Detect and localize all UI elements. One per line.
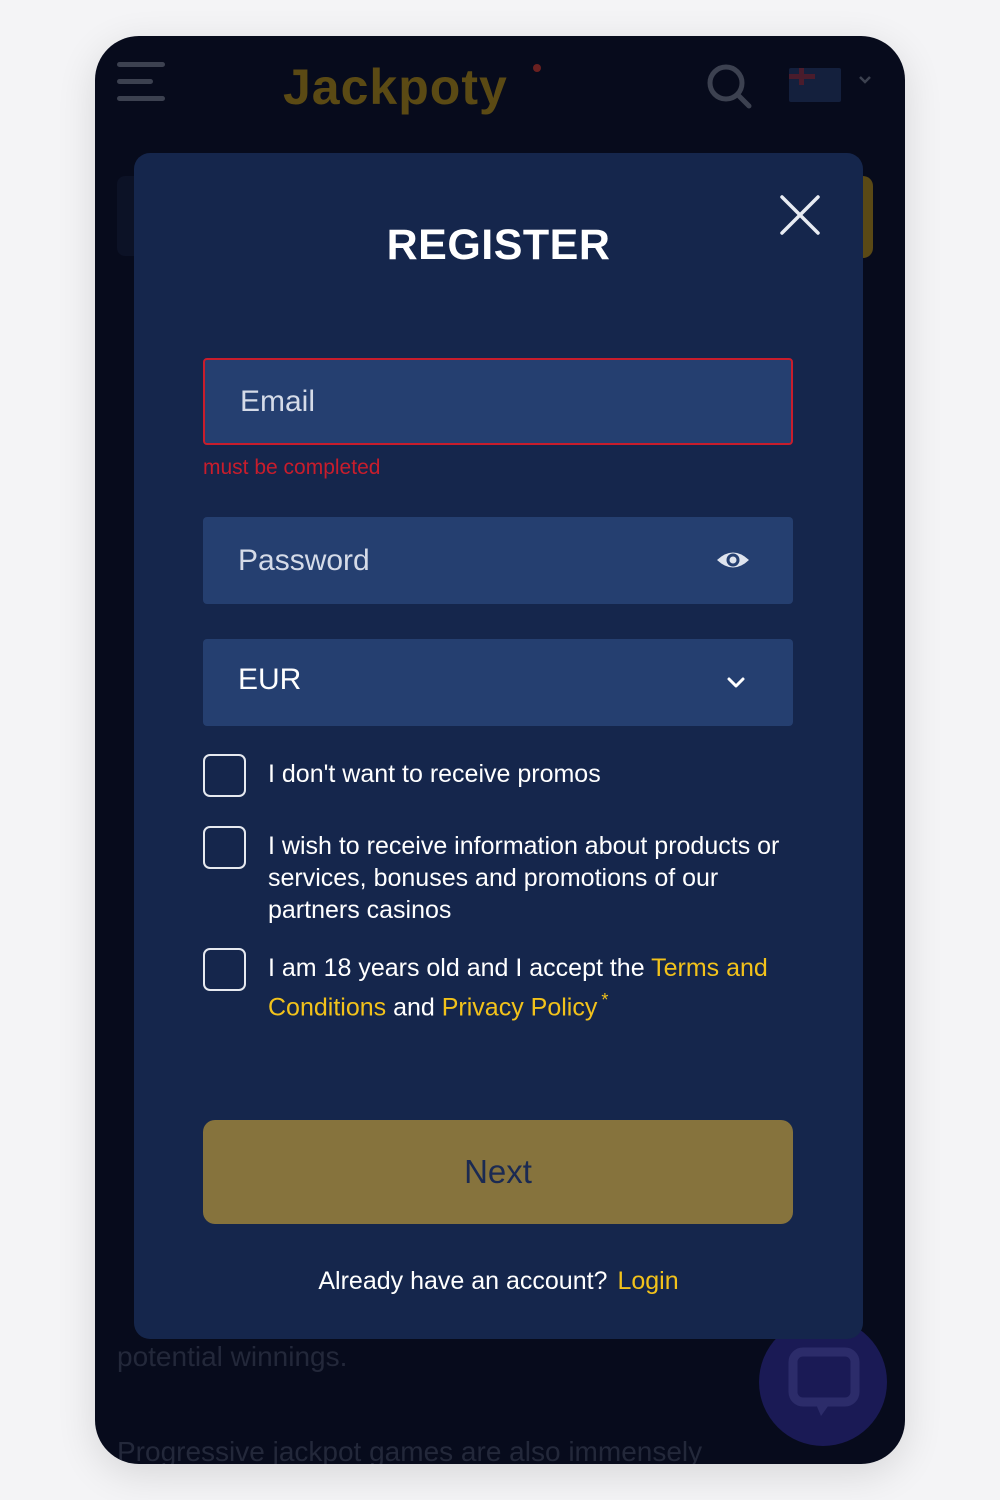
login-question: Already have an account?: [318, 1267, 608, 1295]
required-mark: *: [601, 990, 609, 1010]
promo-opt-out-label: I don't want to receive promos: [268, 760, 601, 788]
email-error-message: must be completed: [203, 456, 381, 479]
email-field[interactable]: [203, 358, 793, 445]
promo-opt-out-checkbox[interactable]: [203, 754, 246, 797]
eye-icon[interactable]: [715, 545, 751, 575]
currency-select[interactable]: EUR: [203, 639, 793, 726]
site-logo[interactable]: Jackpoty: [283, 58, 508, 116]
privacy-link[interactable]: Privacy Policy: [442, 993, 598, 1021]
terms-prefix: I am 18 years old and I accept the: [268, 954, 652, 982]
chevron-down-icon[interactable]: [855, 70, 875, 90]
currency-value: EUR: [238, 663, 302, 696]
logo-accent-dot: [533, 64, 541, 72]
password-field[interactable]: [203, 517, 793, 604]
search-icon[interactable]: [705, 62, 753, 110]
uk-flag-icon[interactable]: [789, 68, 841, 102]
register-modal: REGISTER must be completed EUR I don't w…: [134, 153, 863, 1339]
hamburger-icon[interactable]: [117, 62, 165, 106]
password-input[interactable]: [203, 517, 793, 604]
background-text: potential winnings.: [117, 1341, 348, 1372]
terms-label: I am 18 years old and I accept the Terms…: [268, 952, 798, 1023]
login-prompt: Already have an account? Login: [134, 1267, 863, 1296]
email-input[interactable]: [205, 360, 791, 443]
chevron-down-icon: [727, 677, 745, 688]
background-text: Progressive jackpot games are also immen…: [117, 1436, 703, 1464]
top-navigation-bar: Jackpoty: [95, 36, 905, 136]
login-link[interactable]: Login: [617, 1267, 678, 1295]
partner-info-label: I wish to receive information about prod…: [268, 832, 780, 924]
next-button[interactable]: Next: [203, 1120, 793, 1224]
phone-frame: Jackpoty potential winnings. Progressive…: [95, 36, 905, 1464]
modal-title: REGISTER: [386, 221, 611, 269]
terms-checkbox[interactable]: [203, 948, 246, 991]
terms-middle: and: [386, 993, 442, 1022]
partner-info-checkbox[interactable]: [203, 826, 246, 869]
